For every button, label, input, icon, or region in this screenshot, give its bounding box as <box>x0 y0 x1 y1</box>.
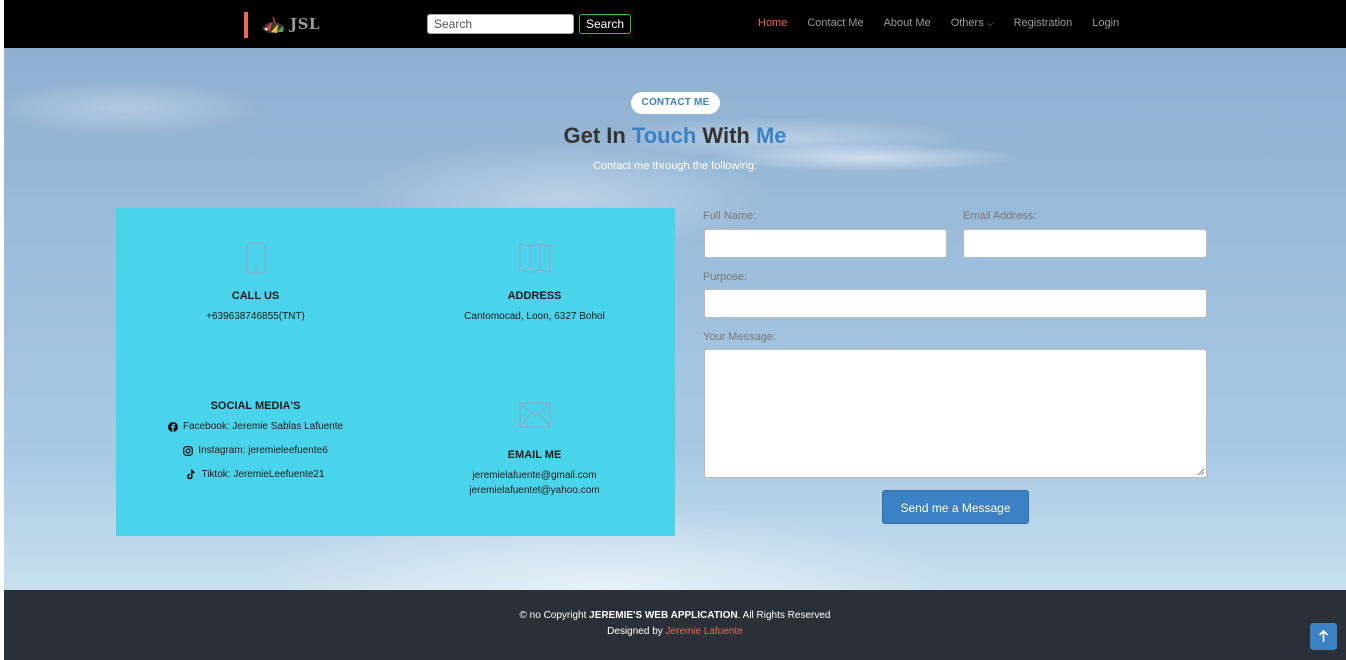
instagram-label: Instagram: jeremieleefuente6 <box>198 445 328 456</box>
email-card: EMAIL ME jeremielafuente@gmail.com jerem… <box>395 402 674 496</box>
map-icon <box>518 243 551 273</box>
tiktok-icon <box>187 469 196 480</box>
page-subtitle: Contact me through the following: <box>593 160 757 172</box>
footer: © no Copyright JEREMIE'S WEB APPLICATION… <box>4 590 1346 660</box>
send-message-button[interactable]: Send me a Message <box>882 490 1029 524</box>
email-title: EMAIL ME <box>507 449 562 461</box>
social-media-card: SOCIAL MEDIA'S Facebook: Jeremie Sablas … <box>116 400 395 480</box>
nav-about-me[interactable]: About Me <box>884 17 931 29</box>
address-title: ADDRESS <box>507 290 562 302</box>
full-name-label: Full Name: <box>703 210 757 222</box>
designer-credit: Designed by Jeremie Lafuente <box>4 626 1346 637</box>
contact-info-panel: CALL US +639638746855(TNT) ADDRESS Canto… <box>116 208 675 536</box>
nav-registration[interactable]: Registration <box>1014 17 1073 29</box>
nav-others-label: Others <box>950 17 984 29</box>
address-card: ADDRESS Cantomocad, Loon, 6327 Bohol <box>395 242 674 322</box>
instagram-icon <box>183 445 194 456</box>
call-us-title: CALL US <box>231 290 280 302</box>
chevron-down-icon: ⌵ <box>986 18 994 28</box>
address-value: Cantomocad, Loon, 6327 Bohol <box>464 311 605 322</box>
title-part-4: Me <box>755 123 787 148</box>
arrow-up-icon <box>1318 629 1329 642</box>
call-us-card: CALL US +639638746855(TNT) <box>116 242 395 322</box>
social-media-title: SOCIAL MEDIA'S <box>210 400 301 412</box>
full-name-field[interactable] <box>704 229 947 258</box>
instagram-link[interactable]: Instagram: jeremieleefuente6 <box>116 445 395 456</box>
title-part-2: Touch <box>631 123 697 148</box>
brand-logo-icon[interactable] <box>258 13 288 37</box>
email-label: Email Address: <box>963 210 1037 222</box>
tiktok-label: Tiktok: JeremieLeefuente21 <box>201 469 325 480</box>
phone-number: +639638746855(TNT) <box>206 311 305 322</box>
page: JSL Search Home Contact Me About Me Othe… <box>4 0 1346 660</box>
designed-by-label: Designed by <box>607 626 666 637</box>
nav-others[interactable]: Others ⌵ <box>951 17 994 29</box>
page-title: Get In Touch With Me <box>4 123 1346 149</box>
facebook-label: Facebook: Jeremie Sablas Lafuente <box>182 421 344 432</box>
contact-section: CONTACT ME Get In Touch With Me Contact … <box>4 48 1346 590</box>
search-button[interactable]: Search <box>579 14 631 34</box>
title-part-1: Get In <box>563 123 632 148</box>
designer-link[interactable]: Jeremie Lafuente <box>666 626 743 637</box>
search-input[interactable] <box>427 14 574 34</box>
phone-icon <box>245 242 266 274</box>
brand-name[interactable]: JSL <box>290 15 320 33</box>
message-label: Your Message: <box>703 331 776 343</box>
purpose-label: Purpose: <box>703 271 748 283</box>
email-address-2: jeremielafuentet@yahoo.com <box>469 485 600 496</box>
resize-handle-icon[interactable] <box>1197 468 1205 476</box>
purpose-field[interactable] <box>704 289 1207 318</box>
copyright-brand: JEREMIE'S WEB APPLICATION <box>589 610 738 621</box>
top-navbar: JSL Search Home Contact Me About Me Othe… <box>4 0 1346 48</box>
brand-accent-bar <box>244 12 248 38</box>
copyright-suffix: . All Rights Reserved <box>737 610 831 621</box>
nav-contact-me[interactable]: Contact Me <box>807 17 863 29</box>
facebook-link[interactable]: Facebook: Jeremie Sablas Lafuente <box>116 421 395 432</box>
back-to-top-button[interactable] <box>1310 623 1337 650</box>
section-badge: CONTACT ME <box>631 92 720 114</box>
title-part-3: With <box>696 123 756 148</box>
nav-login[interactable]: Login <box>1092 17 1119 29</box>
main-nav: Home Contact Me About Me Others ⌵ Regist… <box>758 17 1139 29</box>
email-address-1: jeremielafuente@gmail.com <box>472 470 597 481</box>
envelope-icon <box>518 402 551 428</box>
facebook-icon <box>167 421 178 432</box>
nav-home[interactable]: Home <box>758 17 787 29</box>
tiktok-link[interactable]: Tiktok: JeremieLeefuente21 <box>116 469 395 480</box>
copyright-text: © no Copyright JEREMIE'S WEB APPLICATION… <box>4 610 1346 621</box>
email-field[interactable] <box>963 229 1207 258</box>
copyright-prefix: © no Copyright <box>519 610 590 621</box>
message-textarea[interactable] <box>704 349 1207 478</box>
